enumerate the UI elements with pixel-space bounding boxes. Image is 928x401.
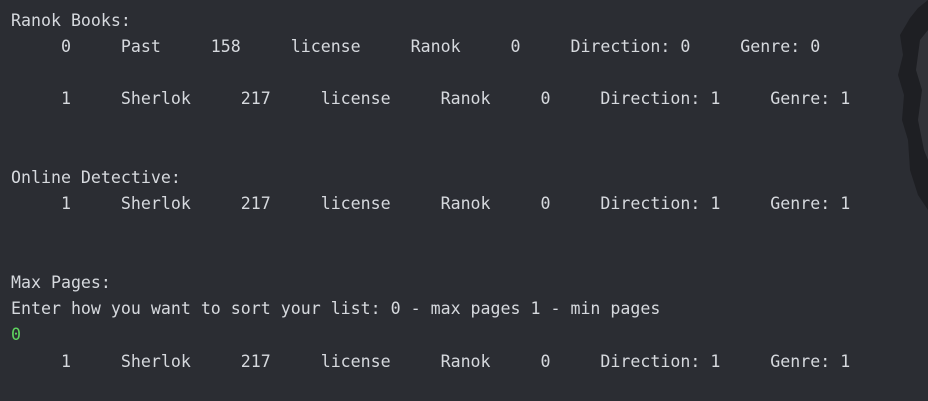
book-row: 0 Past 158 license Ranok 0 Direction: 0 … bbox=[11, 37, 821, 56]
sort-prompt: Enter how you want to sort your list: 0 … bbox=[11, 299, 661, 318]
section-header-ranok-books: Ranok Books: bbox=[11, 11, 131, 30]
console-output[interactable]: Ranok Books: 0 Past 158 license Ranok 0 … bbox=[0, 0, 928, 401]
book-row: 1 Sherlok 217 license Ranok 0 Direction:… bbox=[11, 194, 851, 213]
section-header-online-detective: Online Detective: bbox=[11, 168, 181, 187]
book-row: 1 Sherlok 217 license Ranok 0 Direction:… bbox=[11, 89, 851, 108]
section-header-max-pages: Max Pages: bbox=[11, 273, 111, 292]
book-row: 1 Sherlok 217 license Ranok 0 Direction:… bbox=[11, 352, 851, 371]
user-input: 0 bbox=[11, 325, 21, 344]
